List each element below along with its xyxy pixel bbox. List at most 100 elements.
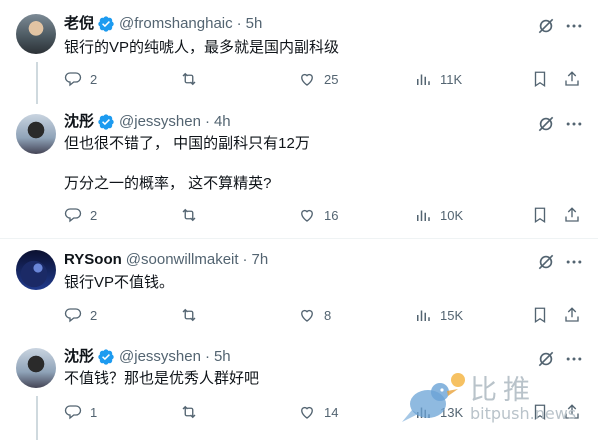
bookmark-button[interactable]: [531, 305, 549, 325]
bookmark-icon: [534, 307, 546, 324]
like-count: 25: [324, 71, 339, 87]
reply-count: 1: [90, 404, 98, 420]
timestamp[interactable]: 7h: [252, 250, 269, 270]
views-icon: [417, 74, 430, 85]
reply-button[interactable]: 2: [64, 205, 97, 225]
reply-icon: [64, 308, 82, 323]
tweet[interactable]: RYSoon @soonwillmakeit · 7h 银行VP不值钱。 2 8…: [0, 239, 598, 339]
watermark-brand: 比推: [470, 375, 536, 405]
retweet-button[interactable]: [180, 402, 206, 422]
like-icon: [301, 73, 313, 86]
watermark-url: bitpush.news: [470, 404, 577, 423]
views-count: 15K: [440, 307, 464, 323]
views-count: 10K: [440, 207, 464, 223]
display-name[interactable]: 老倪: [64, 14, 94, 34]
bookmark-button[interactable]: [531, 69, 549, 89]
retweet-button[interactable]: [180, 305, 206, 325]
avatar[interactable]: [16, 250, 56, 290]
display-name[interactable]: 沈彤: [64, 347, 94, 367]
verified-badge-icon: [98, 16, 114, 32]
timestamp[interactable]: 5h: [214, 347, 231, 367]
share-button[interactable]: [563, 205, 581, 225]
views-icon: [417, 210, 430, 221]
avatar[interactable]: [16, 114, 56, 154]
share-icon: [565, 71, 579, 86]
like-count: 16: [324, 207, 339, 223]
user-handle[interactable]: @jessyshen: [119, 347, 201, 367]
like-icon: [301, 406, 313, 419]
views-button[interactable]: 11K: [414, 69, 462, 89]
user-handle[interactable]: @soonwillmakeit: [126, 250, 239, 270]
grok-icon[interactable]: [536, 16, 556, 36]
views-count: 13K: [440, 404, 464, 420]
views-button[interactable]: 10K: [414, 205, 463, 225]
bookmark-icon: [534, 207, 546, 224]
tweet-actions: 2 25 11K: [64, 69, 584, 89]
tweet-text: 银行VP不值钱。: [64, 274, 175, 291]
views-icon: [417, 310, 430, 321]
separator-dot: ·: [204, 348, 210, 365]
reply-icon: [64, 72, 82, 87]
timestamp[interactable]: 5h: [246, 14, 263, 34]
like-button[interactable]: 16: [298, 205, 338, 225]
display-name[interactable]: RYSoon: [64, 250, 122, 270]
like-icon: [301, 309, 313, 322]
share-icon: [565, 207, 579, 222]
retweet-icon: [182, 405, 196, 419]
views-count: 11K: [440, 71, 463, 87]
separator-dot: ·: [204, 113, 210, 130]
share-icon: [565, 307, 579, 322]
share-button[interactable]: [563, 69, 581, 89]
more-icon[interactable]: [564, 114, 584, 134]
more-icon[interactable]: [564, 349, 584, 369]
tweet-header: 沈彤 @jessyshen · 5h: [64, 347, 231, 367]
user-handle[interactable]: @fromshanghaic: [119, 14, 233, 34]
retweet-button[interactable]: [180, 69, 206, 89]
views-button[interactable]: 13K: [414, 402, 463, 422]
tweet-text: 不值钱？那也是优秀人群好吧: [64, 370, 260, 387]
tweet-text: 但也很不错了， 中国的副科只有12万 万分之一的概率， 这不算精英?: [64, 135, 310, 192]
tweet-actions: 2 16 10K: [64, 205, 584, 225]
display-name[interactable]: 沈彤: [64, 112, 94, 132]
reply-button[interactable]: 1: [64, 402, 97, 422]
avatar[interactable]: [16, 14, 56, 54]
like-button[interactable]: 14: [298, 402, 338, 422]
reply-icon: [64, 405, 82, 420]
verified-badge-icon: [98, 349, 114, 365]
retweet-icon: [182, 72, 196, 86]
timestamp[interactable]: 4h: [214, 112, 231, 132]
grok-icon[interactable]: [536, 252, 556, 272]
retweet-button[interactable]: [180, 205, 206, 225]
grok-icon[interactable]: [536, 114, 556, 134]
verified-badge-icon: [98, 114, 114, 130]
reply-count: 2: [90, 207, 98, 223]
bookmark-button[interactable]: [531, 205, 549, 225]
views-button[interactable]: 15K: [414, 305, 463, 325]
tweet-header: 沈彤 @jessyshen · 4h: [64, 112, 231, 132]
like-icon: [301, 209, 313, 222]
separator-dot: ·: [236, 15, 242, 32]
reply-button[interactable]: 2: [64, 69, 97, 89]
tweet-header: 老倪 @fromshanghaic · 5h: [64, 14, 262, 34]
retweet-icon: [182, 308, 196, 322]
like-button[interactable]: 25: [298, 69, 338, 89]
more-icon[interactable]: [564, 16, 584, 36]
tweet-text: 银行的VP的纯唬人，最多就是国内副科级: [64, 39, 340, 56]
reply-button[interactable]: 2: [64, 305, 97, 325]
tweet[interactable]: 沈彤 @jessyshen · 4h 但也很不错了， 中国的副科只有12万 万分…: [0, 104, 598, 238]
bookmark-icon: [534, 71, 546, 88]
separator-dot: ·: [242, 251, 248, 268]
reply-count: 2: [90, 307, 98, 323]
user-handle[interactable]: @jessyshen: [119, 112, 201, 132]
reply-icon: [64, 208, 82, 223]
share-button[interactable]: [563, 305, 581, 325]
reply-count: 2: [90, 71, 98, 87]
avatar[interactable]: [16, 348, 56, 388]
like-button[interactable]: 8: [298, 305, 331, 325]
tweet-header: RYSoon @soonwillmakeit · 7h: [64, 250, 268, 270]
tweet-actions: 2 8 15K: [64, 305, 584, 325]
more-icon[interactable]: [564, 252, 584, 272]
tweet[interactable]: 老倪 @fromshanghaic · 5h 银行的VP的纯唬人，最多就是国内副…: [0, 0, 598, 104]
views-icon: [417, 407, 430, 418]
grok-icon[interactable]: [536, 349, 556, 369]
